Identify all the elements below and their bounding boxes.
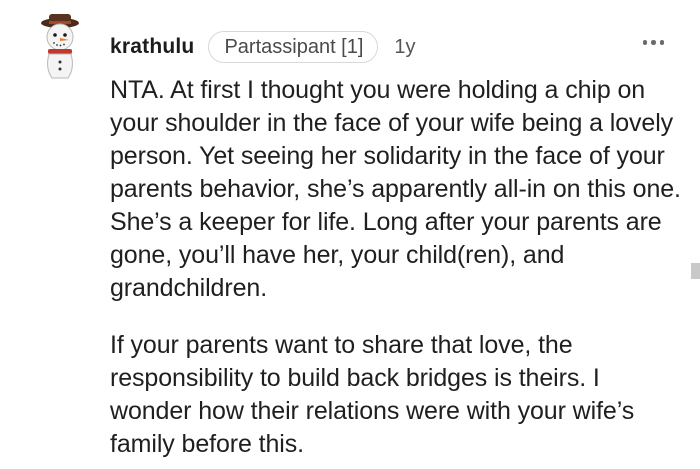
comment-header: krathulu Partassipant [1] 1y xyxy=(110,30,416,64)
comment-body: NTA. At first I thought you were holding… xyxy=(110,74,685,461)
user-avatar[interactable] xyxy=(32,12,88,82)
scrollbar-thumb[interactable] xyxy=(691,263,700,279)
more-options-icon-dot xyxy=(651,40,656,45)
user-flair-badge: Partassipant [1] xyxy=(208,31,379,63)
username-link[interactable]: krathulu xyxy=(110,35,194,59)
comment-paragraph: If your parents want to share that love,… xyxy=(110,331,635,458)
more-options-icon-dot xyxy=(659,40,664,45)
comment-paragraph: NTA. At first I thought you were holding… xyxy=(110,76,681,302)
more-options-icon xyxy=(642,40,647,45)
comment: krathulu Partassipant [1] 1y NTA. At fir… xyxy=(0,0,700,469)
more-options-button[interactable] xyxy=(642,40,664,45)
comment-timestamp[interactable]: 1y xyxy=(394,36,415,59)
snowman-avatar-icon xyxy=(41,14,79,79)
